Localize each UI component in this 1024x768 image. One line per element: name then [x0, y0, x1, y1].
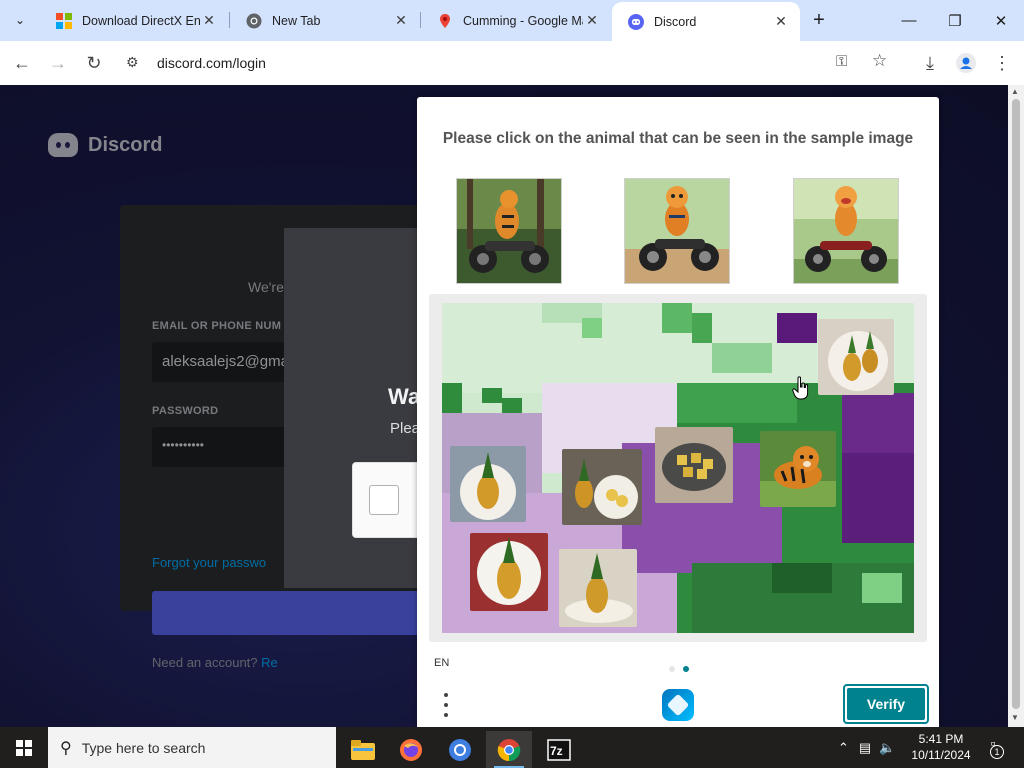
- tab-title: New Tab: [272, 13, 321, 28]
- scroll-up-arrow-icon[interactable]: ▲: [1011, 87, 1019, 96]
- back-arrow-icon[interactable]: ←: [8, 49, 36, 77]
- start-button[interactable]: [0, 727, 48, 768]
- challenge-prompt: Please click on the animal that can be s…: [442, 130, 914, 147]
- url-text: discord.com/login: [157, 55, 266, 71]
- tab-title: Download DirectX End-User Runtime: [82, 13, 200, 28]
- address-bar[interactable]: ⚙ discord.com/login ⚿ ☆: [114, 47, 906, 79]
- challenge-image-grid: [429, 294, 927, 642]
- menu-kebab-icon[interactable]: ⋮: [988, 49, 1016, 77]
- modal-title: Wa: [388, 384, 421, 409]
- tab-strip: ⌄ Download DirectX End-User Runtime ✕ Ne…: [0, 0, 1024, 41]
- mosaic-background[interactable]: [442, 303, 914, 633]
- image-tile-pineapple-slices[interactable]: [562, 449, 642, 525]
- search-placeholder: Type here to search: [81, 739, 206, 756]
- image-tile-pineapple-chunks[interactable]: [655, 427, 733, 503]
- clock-date: 10/11/2024: [911, 748, 971, 762]
- volume-icon[interactable]: 🔈: [879, 740, 895, 756]
- network-icon[interactable]: ▤: [859, 740, 871, 756]
- image-tile-pineapple-plate-2[interactable]: [470, 533, 548, 611]
- verify-button[interactable]: Verify: [843, 684, 929, 724]
- tab-new-tab[interactable]: New Tab ✕: [230, 0, 420, 41]
- notification-center-icon[interactable]: ▫ 1: [980, 735, 1006, 759]
- scrollbar-thumb[interactable]: [1012, 99, 1020, 709]
- password-key-icon[interactable]: ⚿: [836, 53, 847, 70]
- new-tab-plus-icon[interactable]: +: [808, 9, 830, 31]
- tab-discord[interactable]: Discord ✕: [612, 2, 800, 41]
- tab-title: Discord: [654, 14, 697, 29]
- windows-taskbar: ⚲ Type here to search 7z ⌃ ▤ 🔈 5:41 PM 1…: [0, 727, 1024, 768]
- sample-image-1: [456, 178, 562, 284]
- discord-icon: [628, 13, 644, 30]
- chrome-icon[interactable]: [486, 731, 532, 768]
- profile-avatar-icon[interactable]: [952, 49, 980, 77]
- close-window-icon[interactable]: ✕: [978, 0, 1024, 41]
- challenge-page-dots: [669, 659, 697, 677]
- close-tab-icon[interactable]: ✕: [772, 13, 790, 30]
- forward-arrow-icon[interactable]: →: [44, 49, 72, 77]
- show-hidden-icons-icon[interactable]: ⌃: [838, 740, 849, 756]
- close-tab-icon[interactable]: ✕: [392, 12, 410, 29]
- captcha-checkbox[interactable]: [369, 485, 399, 515]
- challenge-menu-icon[interactable]: [441, 693, 451, 717]
- 7zip-icon[interactable]: 7z: [536, 731, 582, 768]
- tab-title: Cumming - Google Maps: [463, 13, 583, 28]
- scroll-down-arrow-icon[interactable]: ▼: [1011, 713, 1019, 722]
- system-tray: ⌃ ▤ 🔈: [838, 727, 895, 768]
- maps-pin-icon: [437, 13, 453, 29]
- microsoft-icon: [56, 12, 72, 29]
- browser-icon[interactable]: [437, 731, 483, 768]
- close-tab-icon[interactable]: ✕: [200, 12, 218, 29]
- modal-text: Plea: [390, 420, 421, 437]
- windows-logo-icon: [16, 739, 32, 756]
- tab-google-maps[interactable]: Cumming - Google Maps ✕: [421, 0, 611, 41]
- site-settings-icon[interactable]: ⚙: [126, 54, 139, 71]
- language-selector[interactable]: EN: [434, 657, 449, 669]
- hand-cursor-icon: [792, 376, 809, 400]
- bookmark-star-icon[interactable]: ☆: [872, 51, 887, 71]
- page-scrollbar[interactable]: ▲ ▼: [1008, 85, 1024, 727]
- captcha-checkbox-widget: [352, 462, 424, 538]
- page-dot-active: [683, 666, 689, 672]
- tiger-motorcycle-illustration: [625, 179, 729, 283]
- svg-text:7z: 7z: [550, 744, 563, 758]
- image-tile-pineapple-plate-3[interactable]: [559, 549, 637, 627]
- image-tile-tiger[interactable]: [760, 431, 836, 507]
- download-icon[interactable]: ⤓: [916, 49, 944, 77]
- minimize-icon[interactable]: —: [886, 0, 932, 41]
- hcaptcha-logo-icon: [662, 689, 694, 721]
- tiger-motorcycle-illustration: [457, 179, 561, 283]
- captcha-challenge: Please click on the animal that can be s…: [417, 97, 939, 731]
- tiger-motorcycle-illustration: [794, 179, 898, 283]
- sample-image-2: [624, 178, 730, 284]
- firefox-icon[interactable]: [388, 731, 434, 768]
- reload-icon[interactable]: ↻: [80, 49, 108, 77]
- clock[interactable]: 5:41 PM 10/11/2024: [906, 731, 976, 763]
- clock-time: 5:41 PM: [918, 732, 964, 746]
- verify-label: Verify: [847, 688, 925, 720]
- search-icon: ⚲: [60, 739, 72, 757]
- image-tile-pineapples-plate[interactable]: [818, 319, 894, 395]
- file-explorer-icon[interactable]: [340, 731, 386, 768]
- chrome-icon: [246, 13, 262, 29]
- image-tile-pineapple-plate[interactable]: [450, 446, 526, 522]
- sample-image-3: [793, 178, 899, 284]
- tab-search-button[interactable]: ⌄: [8, 8, 32, 32]
- close-tab-icon[interactable]: ✕: [583, 12, 601, 29]
- restore-icon[interactable]: ❐: [932, 0, 978, 41]
- page-dot: [669, 666, 675, 672]
- tab-directx[interactable]: Download DirectX End-User Runtime ✕: [40, 0, 228, 41]
- browser-toolbar: ← → ↻ ⚙ discord.com/login ⚿ ☆ ⤓ ⋮: [0, 41, 1024, 85]
- notification-count-badge: 1: [990, 745, 1004, 759]
- taskbar-search-box[interactable]: ⚲ Type here to search: [48, 727, 336, 768]
